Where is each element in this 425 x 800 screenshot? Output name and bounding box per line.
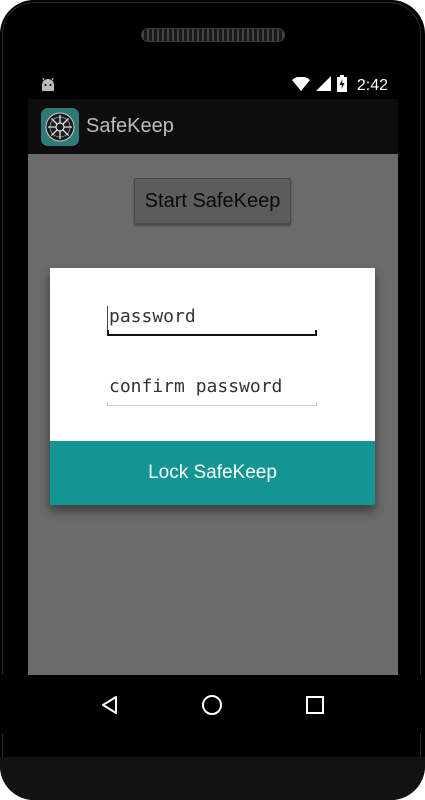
confirm-password-placeholder: confirm password (109, 376, 283, 397)
screen: 2:42 SafeKeep Start SafeKeep password co… (28, 72, 398, 675)
confirm-password-field[interactable]: confirm password (107, 362, 317, 406)
status-clock: 2:42 (356, 77, 388, 94)
status-bar: 2:42 (28, 72, 398, 99)
confirm-password-underline (107, 402, 317, 406)
recents-icon[interactable] (297, 687, 333, 723)
navigation-bar (0, 675, 425, 733)
lock-dialog: password confirm password Lock SafeKeep (50, 268, 375, 505)
device-frame: 2:42 SafeKeep Start SafeKeep password co… (0, 0, 425, 800)
action-bar: SafeKeep (28, 99, 398, 154)
device-chin (0, 757, 425, 800)
earpiece-speaker (141, 28, 285, 42)
home-icon[interactable] (194, 687, 230, 723)
cell-signal-icon (315, 76, 331, 96)
password-field[interactable]: password (107, 292, 317, 336)
back-icon[interactable] (92, 687, 128, 723)
start-safekeep-button[interactable]: Start SafeKeep (134, 178, 291, 224)
lock-safekeep-button[interactable]: Lock SafeKeep (50, 441, 375, 505)
wifi-icon (291, 75, 310, 96)
text-cursor (107, 306, 108, 330)
main-content: Start SafeKeep password confirm password… (28, 154, 398, 675)
app-title: SafeKeep (86, 115, 174, 137)
android-notification-icon (40, 77, 56, 92)
battery-icon (336, 75, 347, 97)
status-icons: 2:42 (291, 75, 388, 97)
password-underline (107, 330, 317, 336)
safekeep-app-icon[interactable] (41, 108, 79, 146)
password-placeholder: password (109, 306, 196, 327)
